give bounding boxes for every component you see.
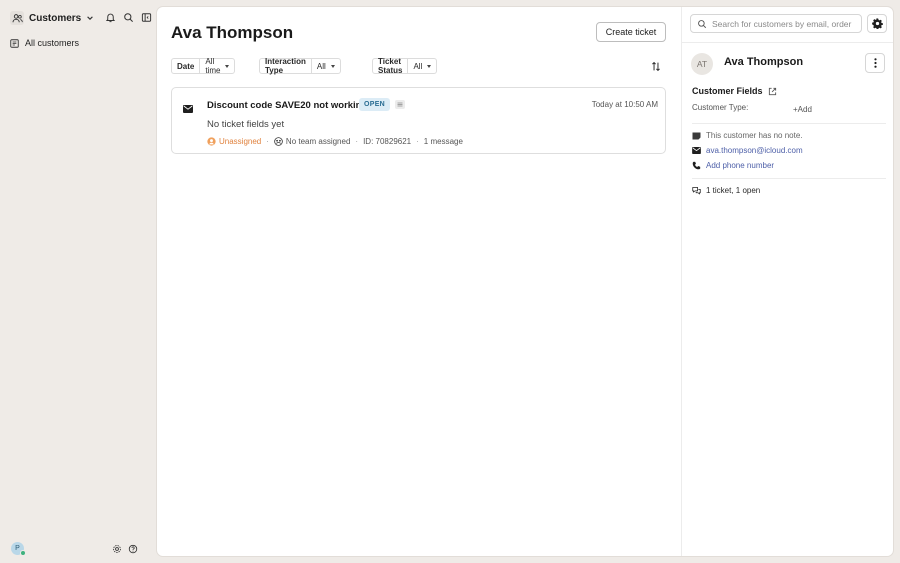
user-icon bbox=[207, 137, 216, 146]
sidebar-footer: P bbox=[11, 542, 146, 556]
toggle-sidebar-button[interactable] bbox=[140, 11, 152, 23]
filter-value-text: All bbox=[316, 61, 326, 71]
filter-ticket-status[interactable]: Ticket Status All bbox=[372, 57, 438, 75]
app-label: Customers bbox=[29, 12, 82, 24]
customer-avatar: AT bbox=[691, 53, 713, 75]
main-panel: Ava Thompson Create ticket Date All time… bbox=[156, 6, 894, 557]
filter-date[interactable]: Date All time bbox=[171, 57, 236, 75]
note-text: This customer has no note. bbox=[706, 131, 803, 140]
filter-label: Ticket Status bbox=[373, 57, 409, 75]
sidebar: Customers All customers P bbox=[0, 0, 155, 563]
filter-value: All bbox=[408, 59, 436, 73]
ticket-meta: Unassigned · No team assigned · ID: 7082… bbox=[207, 137, 463, 146]
customer-search bbox=[690, 14, 862, 33]
tickets-summary-text: 1 ticket, 1 open bbox=[706, 186, 761, 195]
ticket-fields-text: No ticket fields yet bbox=[207, 119, 285, 130]
more-options-button[interactable] bbox=[865, 53, 885, 73]
customer-fields-title: Customer Fields bbox=[692, 86, 763, 96]
meta-separator: · bbox=[266, 137, 269, 146]
chevron-down-icon bbox=[86, 14, 94, 22]
email-text: ava.thompson@icloud.com bbox=[706, 146, 803, 155]
status-badge: OPEN bbox=[359, 98, 391, 111]
app-switcher[interactable]: Customers bbox=[10, 11, 94, 25]
customer-timeline: Ava Thompson Create ticket Date All time… bbox=[157, 7, 681, 556]
panel-toggle-icon bbox=[141, 12, 152, 23]
team-label: No team assigned bbox=[285, 137, 351, 146]
gear-icon bbox=[871, 18, 883, 29]
avatar-initial: P bbox=[15, 545, 20, 552]
search-input[interactable] bbox=[712, 18, 860, 29]
settings-button[interactable] bbox=[111, 543, 122, 554]
customer-type-field: Customer Type: +Add bbox=[692, 103, 882, 114]
list-icon bbox=[10, 38, 19, 48]
create-ticket-button[interactable]: Create ticket bbox=[596, 22, 666, 42]
divider bbox=[682, 42, 893, 43]
more-vertical-icon bbox=[873, 58, 877, 68]
help-button[interactable] bbox=[127, 543, 138, 554]
customer-note[interactable]: This customer has no note. bbox=[692, 131, 803, 140]
ticket-subject: Discount code SAVE20 not working bbox=[207, 100, 368, 111]
assignee: Unassigned bbox=[207, 137, 261, 146]
sort-icon bbox=[651, 61, 661, 72]
filter-label: Date bbox=[172, 59, 201, 73]
team: No team assigned bbox=[274, 137, 350, 146]
note-icon bbox=[692, 131, 701, 140]
filter-label: Interaction Type bbox=[260, 57, 312, 75]
customer-fields-section: Customer Fields bbox=[692, 86, 777, 96]
mail-icon bbox=[692, 146, 701, 155]
customer-details-panel: AT Ava Thompson Customer Fields Customer… bbox=[681, 7, 893, 556]
bell-icon bbox=[105, 12, 116, 23]
online-status-dot bbox=[20, 550, 26, 556]
external-link-icon[interactable] bbox=[768, 87, 777, 96]
search-button[interactable] bbox=[122, 11, 134, 23]
add-customer-type-button[interactable]: +Add bbox=[793, 105, 812, 114]
ticket-time: Today at 10:50 AM bbox=[591, 100, 658, 109]
filter-value-text: All time bbox=[205, 57, 221, 75]
ticket-id: ID: 70829621 bbox=[363, 137, 412, 146]
field-label: Customer Type: bbox=[692, 103, 749, 112]
meta-separator: · bbox=[355, 137, 359, 146]
phone-icon bbox=[692, 161, 701, 170]
sidebar-header: Customers bbox=[10, 9, 94, 27]
filter-value-text: All bbox=[413, 61, 423, 71]
mail-icon bbox=[183, 100, 193, 113]
settings-icon bbox=[112, 544, 122, 554]
search-icon bbox=[123, 12, 134, 23]
filter-value: All time bbox=[200, 57, 234, 75]
customer-name: Ava Thompson bbox=[724, 56, 804, 68]
search-icon bbox=[697, 19, 707, 29]
divider bbox=[692, 178, 886, 179]
tickets-summary[interactable]: 1 ticket, 1 open bbox=[692, 186, 760, 195]
ticket-card[interactable]: Discount code SAVE20 not working OPEN To… bbox=[171, 87, 666, 154]
page-title: Ava Thompson bbox=[171, 23, 294, 42]
priority-icon bbox=[395, 100, 405, 109]
customer-email[interactable]: ava.thompson@icloud.com bbox=[692, 146, 803, 155]
divider bbox=[692, 123, 886, 124]
filter-interaction-type[interactable]: Interaction Type All bbox=[259, 57, 341, 75]
caret-down-icon bbox=[225, 64, 230, 68]
caret-down-icon bbox=[427, 64, 432, 68]
team-icon bbox=[274, 137, 283, 146]
sort-button[interactable] bbox=[650, 60, 662, 72]
message-count: 1 message bbox=[423, 137, 463, 146]
panel-settings-button[interactable] bbox=[867, 14, 887, 33]
sidebar-item-all-customers[interactable]: All customers bbox=[10, 38, 79, 48]
conversations-icon bbox=[692, 186, 701, 195]
users-icon bbox=[10, 11, 24, 25]
assignee-label: Unassigned bbox=[219, 137, 262, 146]
help-icon bbox=[128, 544, 138, 554]
notifications-button[interactable] bbox=[104, 11, 116, 23]
filter-value: All bbox=[312, 59, 340, 73]
meta-separator: · bbox=[416, 137, 419, 146]
sidebar-item-label: All customers bbox=[25, 38, 80, 48]
add-phone-button[interactable]: Add phone number bbox=[692, 161, 774, 170]
caret-down-icon bbox=[330, 64, 335, 68]
sidebar-tools bbox=[104, 11, 152, 23]
add-phone-text: Add phone number bbox=[706, 161, 775, 170]
